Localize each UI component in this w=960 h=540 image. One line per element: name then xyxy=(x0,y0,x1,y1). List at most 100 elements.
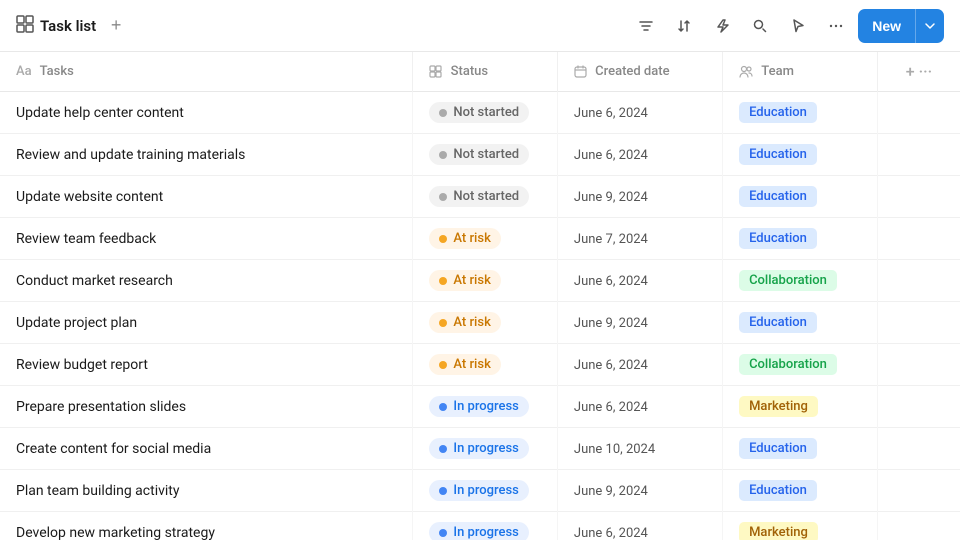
row-actions-cell xyxy=(877,512,960,540)
status-label: At risk xyxy=(453,273,490,288)
date-value: June 10, 2024 xyxy=(574,442,655,457)
sort-button[interactable] xyxy=(668,10,700,42)
task-cell: Develop new marketing strategy xyxy=(0,512,413,540)
team-cell: Education xyxy=(723,134,878,176)
bolt-button[interactable] xyxy=(706,10,738,42)
status-dot xyxy=(439,193,447,201)
col-header-actions: + ··· xyxy=(877,52,960,92)
task-type-icon: Aa xyxy=(16,64,32,79)
row-actions-cell xyxy=(877,344,960,386)
date-value: June 6, 2024 xyxy=(574,274,648,289)
task-cell: Update help center content xyxy=(0,92,413,134)
status-cell: At risk xyxy=(413,260,558,302)
task-name: Update help center content xyxy=(16,105,184,121)
add-col-icon[interactable]: + xyxy=(906,62,915,81)
row-actions-cell xyxy=(877,92,960,134)
table-row: Review team feedback At risk June 7, 202… xyxy=(0,218,960,260)
toolbar: Task list + New xyxy=(0,0,960,52)
status-dot xyxy=(439,235,447,243)
status-badge: In progress xyxy=(429,396,528,417)
status-icon xyxy=(429,64,445,79)
col-more-icon[interactable]: ··· xyxy=(919,62,933,81)
table-row: Review and update training materials Not… xyxy=(0,134,960,176)
table-header-row: Aa Tasks Status Created date xyxy=(0,52,960,92)
date-value: June 6, 2024 xyxy=(574,526,648,540)
date-cell: June 7, 2024 xyxy=(557,218,722,260)
task-name: Update website content xyxy=(16,189,163,205)
date-cell: June 6, 2024 xyxy=(557,512,722,540)
table-row: Review budget report At risk June 6, 202… xyxy=(0,344,960,386)
toolbar-left: Task list + xyxy=(16,14,128,38)
status-badge: Not started xyxy=(429,186,529,207)
row-actions-cell xyxy=(877,134,960,176)
cursor-button[interactable] xyxy=(782,10,814,42)
col-date-label: Created date xyxy=(595,64,669,79)
status-cell: In progress xyxy=(413,386,558,428)
status-badge: At risk xyxy=(429,270,500,291)
team-icon xyxy=(739,64,756,79)
table-row: Plan team building activity In progress … xyxy=(0,470,960,512)
status-label: In progress xyxy=(453,525,518,540)
row-actions-cell xyxy=(877,470,960,512)
date-cell: June 6, 2024 xyxy=(557,260,722,302)
search-button[interactable] xyxy=(744,10,776,42)
status-badge: In progress xyxy=(429,480,528,501)
date-value: June 6, 2024 xyxy=(574,148,648,163)
date-icon xyxy=(574,64,590,79)
add-view-button[interactable]: + xyxy=(104,14,128,38)
filter-button[interactable] xyxy=(630,10,662,42)
status-dot xyxy=(439,319,447,327)
date-value: June 6, 2024 xyxy=(574,358,648,373)
status-label: At risk xyxy=(453,315,490,330)
task-table-body: Update help center content Not started J… xyxy=(0,92,960,540)
table-row: Update website content Not started June … xyxy=(0,176,960,218)
col-header-status: Status xyxy=(413,52,558,92)
row-actions-cell xyxy=(877,176,960,218)
date-cell: June 9, 2024 xyxy=(557,176,722,218)
status-label: In progress xyxy=(453,441,518,456)
status-badge: At risk xyxy=(429,354,500,375)
date-value: June 6, 2024 xyxy=(574,106,648,121)
task-name: Develop new marketing strategy xyxy=(16,525,215,540)
row-actions-cell xyxy=(877,302,960,344)
task-cell: Review team feedback xyxy=(0,218,413,260)
col-task-label: Tasks xyxy=(40,64,74,79)
status-dot xyxy=(439,403,447,411)
task-table: Aa Tasks Status Created date xyxy=(0,52,960,540)
status-label: At risk xyxy=(453,357,490,372)
team-cell: Education xyxy=(723,176,878,218)
task-cell: Update project plan xyxy=(0,302,413,344)
toolbar-right: New xyxy=(630,9,944,43)
team-cell: Education xyxy=(723,218,878,260)
date-value: June 9, 2024 xyxy=(574,190,648,205)
date-cell: June 9, 2024 xyxy=(557,302,722,344)
col-team-label: Team xyxy=(761,64,794,79)
status-dot xyxy=(439,487,447,495)
team-badge: Education xyxy=(739,186,817,207)
new-button[interactable]: New xyxy=(858,9,944,43)
team-badge: Marketing xyxy=(739,396,818,417)
team-cell: Education xyxy=(723,92,878,134)
team-badge: Collaboration xyxy=(739,354,837,375)
status-badge: In progress xyxy=(429,522,528,540)
status-badge: At risk xyxy=(429,228,500,249)
task-name: Conduct market research xyxy=(16,273,173,289)
status-badge: In progress xyxy=(429,438,528,459)
task-name: Prepare presentation slides xyxy=(16,399,186,415)
team-badge: Education xyxy=(739,312,817,333)
new-button-chevron[interactable] xyxy=(915,9,944,43)
task-name: Review team feedback xyxy=(16,231,156,247)
row-actions-cell xyxy=(877,428,960,470)
task-name: Update project plan xyxy=(16,315,137,331)
task-table-container: Aa Tasks Status Created date xyxy=(0,52,960,540)
status-dot xyxy=(439,529,447,537)
team-cell: Marketing xyxy=(723,386,878,428)
status-cell: In progress xyxy=(413,470,558,512)
team-badge: Education xyxy=(739,102,817,123)
task-name: Review budget report xyxy=(16,357,148,373)
table-icon xyxy=(16,15,34,37)
more-button[interactable] xyxy=(820,10,852,42)
task-cell: Review and update training materials xyxy=(0,134,413,176)
status-dot xyxy=(439,151,447,159)
status-dot xyxy=(439,445,447,453)
